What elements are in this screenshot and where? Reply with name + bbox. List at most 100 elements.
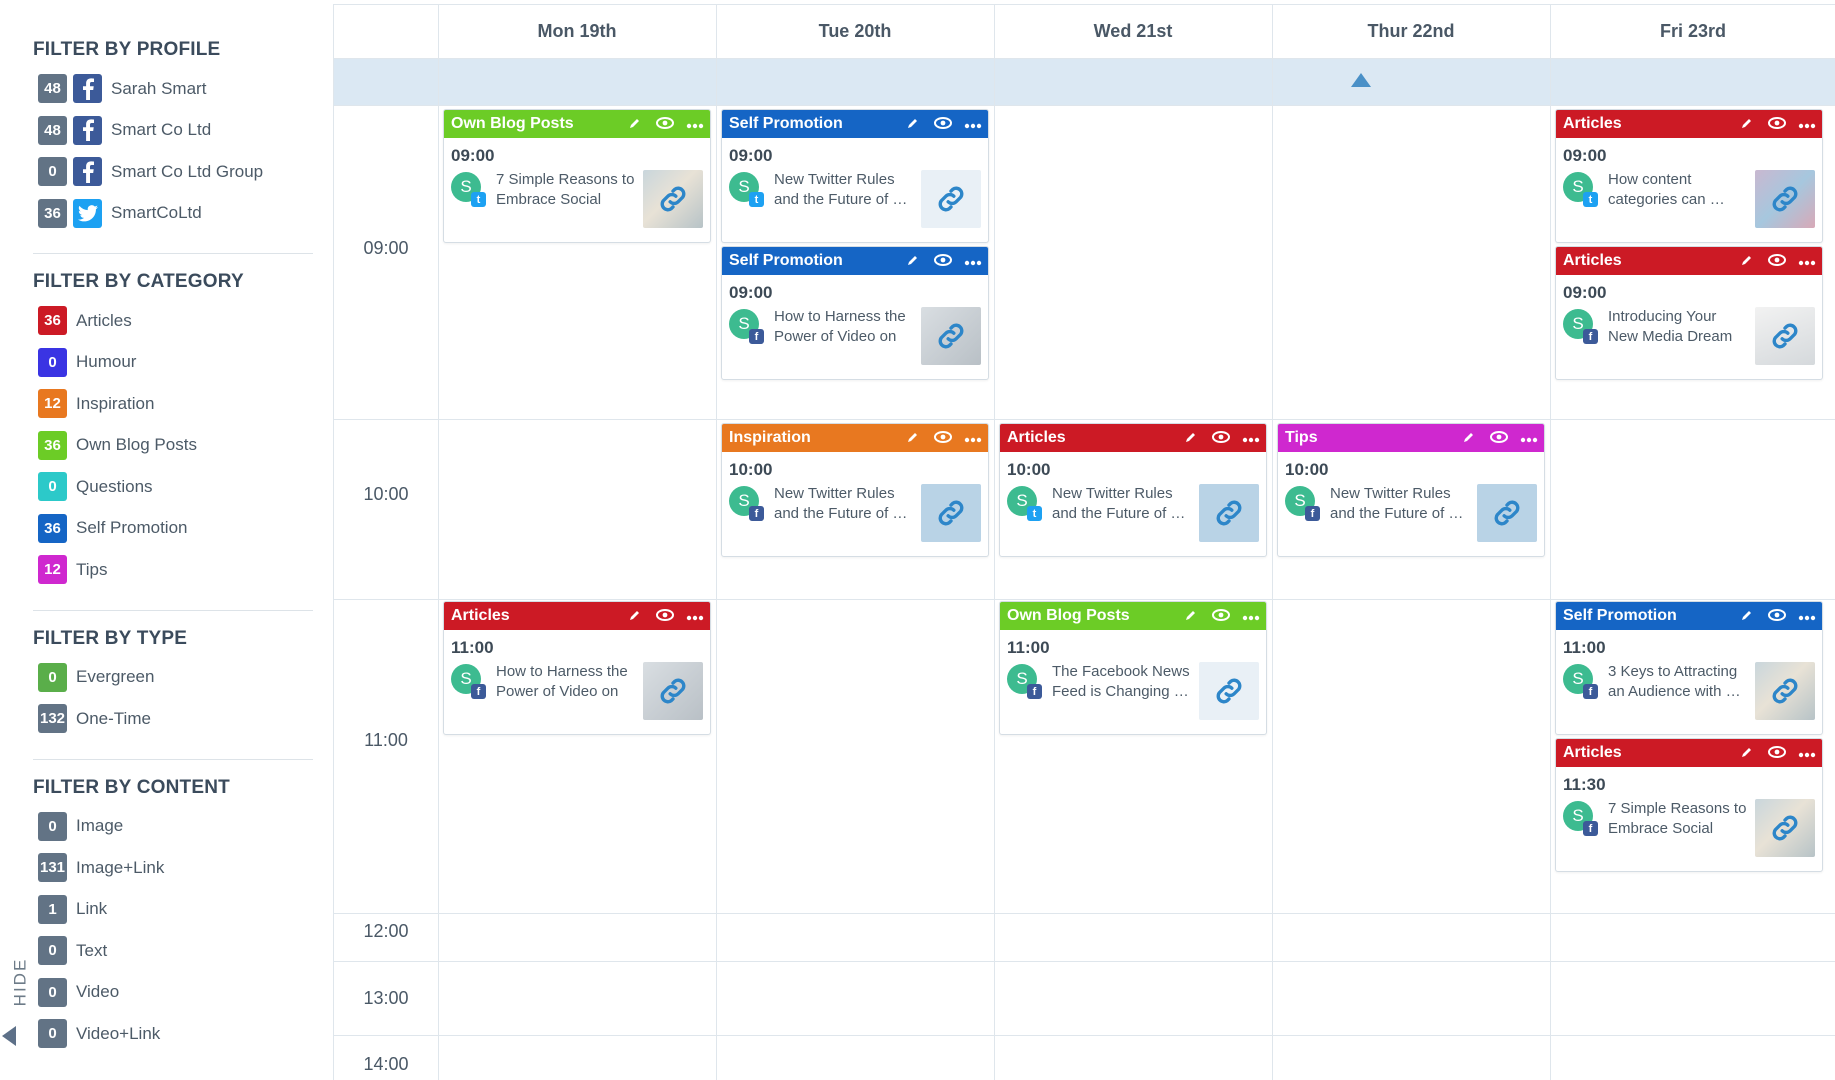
preview-eye-icon[interactable] (928, 253, 958, 269)
time-label[interactable]: 09:00 (334, 238, 438, 259)
edit-pencil-icon[interactable] (898, 430, 928, 447)
profile-count-badge[interactable]: 48 (38, 74, 67, 104)
category-filter-label[interactable]: Articles (76, 311, 132, 331)
category-count-badge[interactable]: 0 (38, 472, 67, 502)
post-card[interactable]: Articles 10:00 St New Twitter Rules and the… (999, 423, 1267, 557)
preview-eye-icon[interactable] (1484, 430, 1514, 446)
post-text[interactable]: 3 Keys to Attracting an Audience with … (1608, 662, 1748, 702)
header-divider[interactable] (334, 58, 1835, 59)
post-body[interactable]: SfIntroducing Your New Media Dream Team … (1563, 307, 1815, 369)
more-options-icon[interactable] (680, 116, 710, 132)
post-card[interactable]: Self Promotion 09:00 St New Twitter Rules a… (721, 109, 989, 243)
post-thumbnail-link-icon[interactable] (921, 170, 981, 228)
post-category-label[interactable]: Articles (451, 607, 620, 625)
preview-eye-icon[interactable] (928, 430, 958, 446)
more-options-icon[interactable] (1792, 116, 1822, 132)
content-filter-label[interactable]: Image (76, 816, 123, 836)
profile-count-badge[interactable]: 36 (38, 198, 67, 228)
more-options-icon[interactable] (958, 430, 988, 446)
content-filter-item[interactable]: 1 Link (33, 889, 313, 931)
post-category-header[interactable]: Articles (1556, 247, 1822, 275)
expand-up-arrow-icon[interactable] (1351, 73, 1371, 87)
content-filter-item[interactable]: 0 Image (33, 806, 313, 848)
post-body[interactable]: St New Twitter Rules and the Future of … (729, 170, 981, 232)
day-header[interactable]: Fri 23rd (1550, 5, 1835, 58)
hour-row-divider[interactable] (334, 599, 1835, 600)
preview-eye-icon[interactable] (1206, 430, 1236, 446)
post-card[interactable]: Articles 11:30 Sf 7 Simple Reasons to Embra… (1555, 738, 1823, 872)
content-count-badge[interactable]: 0 (38, 811, 67, 841)
category-count-badge[interactable]: 12 (38, 555, 67, 585)
facebook-badge-icon[interactable]: f (1583, 329, 1598, 344)
post-body[interactable]: Sf New Twitter Rules and the Future of … (1285, 484, 1537, 546)
post-card[interactable]: Tips 10:00 Sf New Twitter Rules and the Fut… (1277, 423, 1545, 557)
post-text[interactable]: New Twitter Rules and the Future of … (774, 484, 914, 524)
category-filter-label[interactable]: Own Blog Posts (76, 435, 197, 455)
post-category-label[interactable]: Own Blog Posts (451, 115, 620, 133)
time-label[interactable]: 13:00 (334, 988, 438, 1009)
post-category-header[interactable]: Inspiration (722, 424, 988, 452)
post-time[interactable]: 09:00 (451, 146, 710, 166)
category-filter-item[interactable]: 12 Inspiration (33, 383, 313, 425)
post-category-header[interactable]: Own Blog Posts (1000, 602, 1266, 630)
type-count-badge[interactable]: 0 (38, 662, 67, 692)
post-text[interactable]: New Twitter Rules and the Future of … (1330, 484, 1470, 524)
content-count-badge[interactable]: 0 (38, 1019, 67, 1049)
post-category-header[interactable]: Articles (1556, 739, 1822, 767)
category-count-badge[interactable]: 12 (38, 389, 67, 419)
profile-filter-label[interactable]: Smart Co Ltd Group (111, 162, 263, 182)
post-time[interactable]: 10:00 (1285, 460, 1544, 480)
post-body[interactable]: SfHow to Harness the Power of Video on … (451, 662, 703, 724)
category-filter-item[interactable]: 0 Humour (33, 342, 313, 384)
day-column-divider[interactable] (1550, 5, 1551, 1080)
edit-pencil-icon[interactable] (620, 116, 650, 133)
post-category-label[interactable]: Tips (1285, 429, 1454, 447)
day-header[interactable]: Thur 22nd (1272, 5, 1550, 58)
more-options-icon[interactable] (1792, 745, 1822, 761)
twitter-badge-icon[interactable]: t (471, 192, 486, 207)
post-category-label[interactable]: Articles (1007, 429, 1176, 447)
type-filter-item[interactable]: 0 Evergreen (33, 657, 313, 699)
post-text[interactable]: The Facebook News Feed is Changing … (1052, 662, 1192, 702)
post-thumbnail-link-icon[interactable] (921, 307, 981, 365)
edit-pencil-icon[interactable] (1732, 608, 1762, 625)
profile-filter-item[interactable]: 48 Smart Co Ltd (33, 110, 313, 152)
preview-eye-icon[interactable] (1762, 116, 1792, 132)
post-category-label[interactable]: Articles (1563, 115, 1732, 133)
post-text[interactable]: 7 Simple Reasons to Embrace Social GIF… (496, 170, 636, 210)
content-count-badge[interactable]: 0 (38, 936, 67, 966)
edit-pencil-icon[interactable] (1732, 253, 1762, 270)
post-category-label[interactable]: Articles (1563, 744, 1732, 762)
post-time[interactable]: 10:00 (1007, 460, 1266, 480)
edit-pencil-icon[interactable] (1176, 430, 1206, 447)
preview-eye-icon[interactable] (1762, 253, 1792, 269)
post-time[interactable]: 09:00 (729, 283, 988, 303)
category-count-badge[interactable]: 36 (38, 306, 67, 336)
facebook-group-icon[interactable] (73, 157, 102, 187)
category-filter-item[interactable]: 12 Tips (33, 549, 313, 591)
post-thumbnail-link-icon[interactable] (1755, 662, 1815, 720)
facebook-badge-icon[interactable]: f (1305, 506, 1320, 521)
content-count-badge[interactable]: 1 (38, 894, 67, 924)
hour-row-divider[interactable] (334, 105, 1835, 106)
post-category-label[interactable]: Self Promotion (729, 252, 898, 270)
post-thumbnail-link-icon[interactable] (643, 170, 703, 228)
more-options-icon[interactable] (958, 116, 988, 132)
post-time[interactable]: 09:00 (1563, 283, 1822, 303)
post-category-header[interactable]: Self Promotion (722, 247, 988, 275)
day-header[interactable]: Mon 19th (438, 5, 716, 58)
twitter-badge-icon[interactable]: t (1583, 192, 1598, 207)
post-thumbnail-link-icon[interactable] (1199, 484, 1259, 542)
post-card[interactable]: Articles 11:00 Sf How to Harness the Power … (443, 601, 711, 735)
preview-eye-icon[interactable] (928, 116, 958, 132)
post-body[interactable]: St7 Simple Reasons to Embrace Social GIF… (451, 170, 703, 232)
content-filter-label[interactable]: Link (76, 899, 107, 919)
all-day-row[interactable] (334, 59, 1835, 105)
content-filter-label[interactable]: Video+Link (76, 1024, 160, 1044)
hour-row-divider[interactable] (334, 1035, 1835, 1036)
post-time[interactable]: 09:00 (1563, 146, 1822, 166)
hide-sidebar-toggle[interactable]: HIDE (0, 480, 29, 1046)
category-filter-item[interactable]: 36 Own Blog Posts (33, 425, 313, 467)
post-category-header[interactable]: Articles (444, 602, 710, 630)
post-card[interactable]: Inspiration 10:00 Sf New Twitter Rules and … (721, 423, 989, 557)
